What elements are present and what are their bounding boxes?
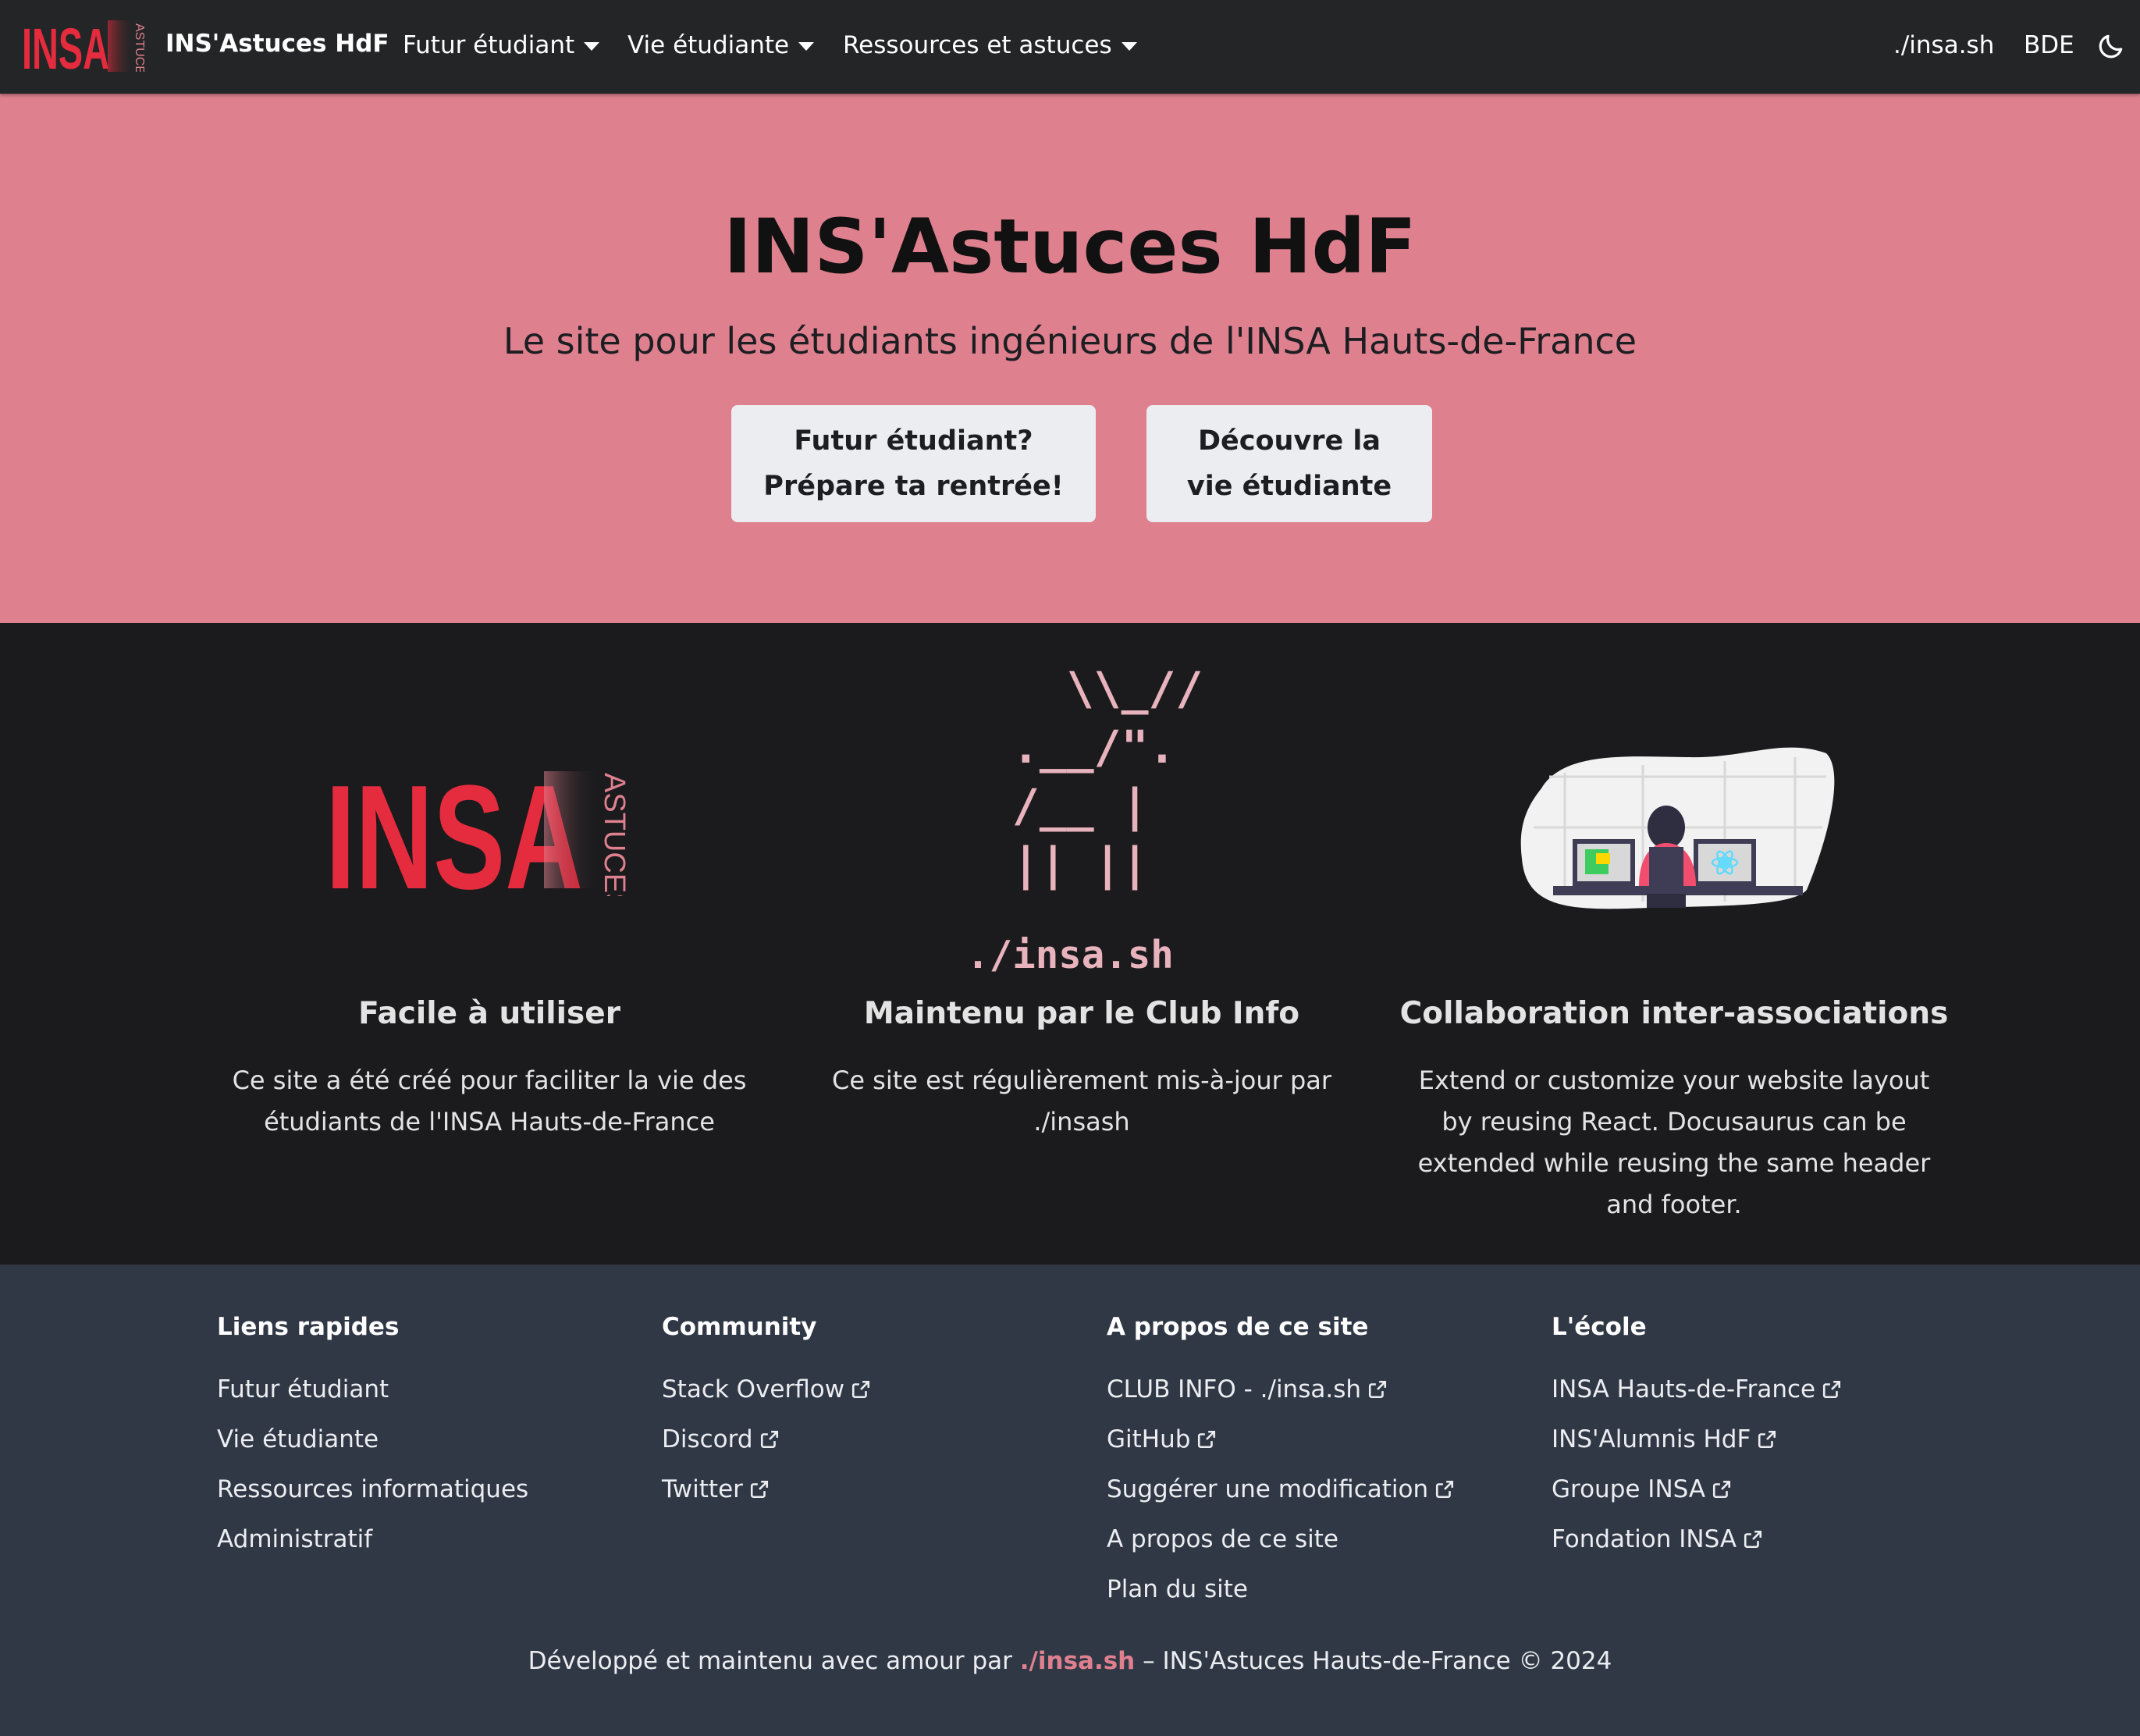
link-label: INSA Hauts-de-France [1552, 1375, 1816, 1403]
link-label: INS'Alumnis HdF [1552, 1425, 1751, 1453]
nav-item-label: Ressources et astuces [843, 31, 1112, 59]
nav-bde-link[interactable]: BDE [2024, 31, 2074, 59]
insa-astuces-logo[interactable]: INSA ASTUCES [22, 20, 153, 72]
logo-sub-text: ASTUCES [133, 23, 146, 72]
footer-column-liens-rapides: Liens rapides Futur étudiant Vie étudian… [217, 1313, 654, 1564]
nav-vie-etudiante[interactable]: Vie étudiante [627, 31, 815, 59]
footer-column-community: Community Stack Overflow Discord Twitter [662, 1313, 1099, 1514]
nav-insa-sh-link[interactable]: ./insa.sh [1893, 31, 1994, 59]
external-link-icon [1713, 1480, 1731, 1499]
feature-description: Extend or customize your website layout … [1417, 1065, 1931, 1219]
link-label: Vie étudiante [217, 1425, 379, 1453]
link-label: Fondation INSA [1552, 1525, 1737, 1553]
link-label: Futur étudiant [217, 1375, 389, 1403]
footer-column-title: Liens rapides [217, 1313, 400, 1341]
feature-description: Ce site a été créé pour faciliter la vie… [232, 1065, 747, 1137]
copyright-prefix: Développé et maintenu avec amour par [528, 1647, 1020, 1675]
footer-column-title: Community [662, 1313, 817, 1341]
copyright-suffix: – INS'Astuces Hauts-de-France © 2024 [1135, 1647, 1612, 1675]
copyright-text: Développé et maintenu avec amour par ./i… [0, 1647, 2140, 1675]
footer-link-a-propos[interactable]: A propos de ce site [1107, 1514, 1544, 1564]
caret-down-icon [798, 42, 815, 51]
copyright-brand-link[interactable]: ./insa.sh [1020, 1647, 1135, 1675]
vie-etudiante-button[interactable]: Découvre la vie étudiante [1146, 405, 1432, 522]
external-link-icon [1744, 1530, 1762, 1549]
footer-column-a-propos: A propos de ce site CLUB INFO - ./insa.s… [1107, 1313, 1544, 1614]
footer-column-ecole: L'école INSA Hauts-de-France INS'Alumnis… [1552, 1313, 1989, 1564]
hero-subtitle: Le site pour les étudiants ingénieurs de… [503, 320, 1637, 362]
link-label: CLUB INFO - ./insa.sh [1107, 1375, 1361, 1403]
footer-link-futur-etudiant[interactable]: Futur étudiant [217, 1364, 654, 1414]
footer-link-vie-etudiante[interactable]: Vie étudiante [217, 1414, 654, 1464]
link-label: Discord [662, 1425, 753, 1453]
moon-icon[interactable] [2096, 31, 2126, 61]
link-label: Ressources informatiques [217, 1475, 529, 1503]
futur-etudiant-button[interactable]: Futur étudiant? Prépare ta rentrée! [731, 405, 1096, 522]
link-label: Stack Overflow [662, 1375, 845, 1403]
logo-text: INSA [22, 20, 109, 72]
footer-link-groupe-insa[interactable]: Groupe INSA [1552, 1464, 1989, 1514]
nav-item-label: Vie étudiante [627, 31, 790, 59]
caret-down-icon [1121, 42, 1137, 51]
footer-link-suggerer-modification[interactable]: Suggérer une modification [1107, 1464, 1544, 1514]
ascii-moose-art: \\_// .__/". /__ | || || [1011, 662, 1203, 891]
feature-title: Maintenu par le Club Info [863, 996, 1300, 1031]
link-label: A propos de ce site [1107, 1525, 1338, 1553]
footer-link-github[interactable]: GitHub [1107, 1414, 1544, 1464]
external-link-icon [760, 1430, 778, 1449]
link-label: Administratif [217, 1525, 373, 1553]
footer-link-plan-du-site[interactable]: Plan du site [1107, 1564, 1544, 1614]
feature-title: Collaboration inter-associations [1399, 996, 1949, 1031]
button-label: Futur étudiant? Prépare ta rentrée! [763, 425, 1064, 502]
external-link-icon [1368, 1380, 1387, 1399]
nav-ressources[interactable]: Ressources et astuces [843, 31, 1137, 59]
hero-title: INS'Astuces HdF [723, 203, 1417, 290]
footer-link-insa-hdf[interactable]: INSA Hauts-de-France [1552, 1364, 1989, 1414]
footer-link-administratif[interactable]: Administratif [217, 1514, 654, 1564]
link-label: Plan du site [1107, 1575, 1248, 1603]
ascii-art-label: ./insa.sh [966, 933, 1174, 977]
caret-down-icon [584, 42, 600, 51]
navbar-title[interactable]: INS'Astuces HdF [165, 30, 389, 58]
nav-futur-etudiant[interactable]: Futur étudiant [403, 31, 600, 59]
navbar: INSA ASTUCES INS'Astuces HdF Futur étudi… [0, 0, 2140, 94]
footer-link-fondation-insa[interactable]: Fondation INSA [1552, 1514, 1989, 1564]
footer-link-discord[interactable]: Discord [662, 1414, 1099, 1464]
link-label: Groupe INSA [1552, 1475, 1706, 1503]
button-label: Découvre la vie étudiante [1186, 425, 1392, 502]
link-label: Twitter [662, 1475, 743, 1503]
external-link-icon [1758, 1430, 1776, 1449]
external-link-icon [750, 1480, 768, 1499]
nav-item-label: Futur étudiant [403, 31, 575, 59]
footer-link-ins-alumnis[interactable]: INS'Alumnis HdF [1552, 1414, 1989, 1464]
external-link-icon [852, 1380, 870, 1399]
footer-link-twitter[interactable]: Twitter [662, 1464, 1099, 1514]
footer: Liens rapides Futur étudiant Vie étudian… [0, 1265, 2140, 1736]
feature-description: Ce site est régulièrement mis-à-jour par… [831, 1065, 1332, 1137]
hero-banner: INS'Astuces HdF Le site pour les étudian… [0, 94, 2140, 623]
link-label: GitHub [1107, 1425, 1191, 1453]
footer-link-club-info[interactable]: CLUB INFO - ./insa.sh [1107, 1364, 1544, 1414]
logo-sub-text: ASTUCES [598, 773, 631, 896]
footer-column-title: L'école [1552, 1313, 1647, 1341]
developer-at-desk-illustration [1520, 747, 1835, 909]
footer-link-stack-overflow[interactable]: Stack Overflow [662, 1364, 1099, 1414]
footer-link-ressources-informatiques[interactable]: Ressources informatiques [217, 1464, 654, 1514]
insa-astuces-logo: INSA ASTUCES [325, 763, 631, 896]
link-label: Suggérer une modification [1107, 1475, 1429, 1503]
external-link-icon [1198, 1430, 1216, 1449]
feature-title: Facile à utiliser [358, 996, 620, 1031]
footer-column-title: A propos de ce site [1107, 1313, 1369, 1341]
external-link-icon [1436, 1480, 1454, 1499]
external-link-icon [1823, 1380, 1841, 1399]
